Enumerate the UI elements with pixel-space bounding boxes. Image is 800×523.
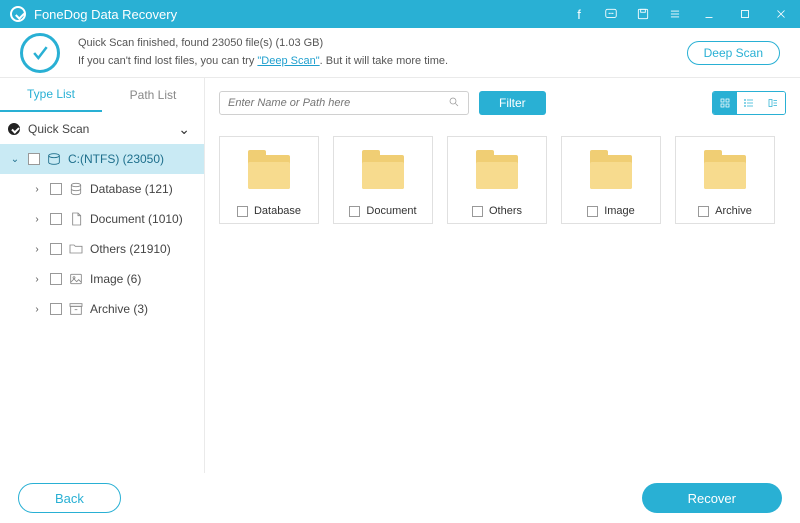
close-icon[interactable] bbox=[768, 3, 794, 25]
folder-item-image[interactable]: Image bbox=[561, 136, 661, 224]
chevron-right-icon[interactable]: › bbox=[30, 214, 44, 225]
folder-item-database[interactable]: Database bbox=[219, 136, 319, 224]
folder-item-document[interactable]: Document bbox=[333, 136, 433, 224]
chevron-right-icon[interactable]: › bbox=[30, 184, 44, 195]
checkbox[interactable] bbox=[237, 206, 248, 217]
folder-icon bbox=[362, 155, 404, 189]
view-detail-button[interactable] bbox=[761, 92, 785, 114]
success-check-icon bbox=[20, 33, 60, 73]
folder-item-archive[interactable]: Archive bbox=[675, 136, 775, 224]
checkbox[interactable] bbox=[349, 206, 360, 217]
deep-scan-link[interactable]: "Deep Scan" bbox=[257, 55, 319, 67]
folder-label: Database bbox=[254, 205, 301, 217]
disk-icon bbox=[46, 151, 62, 167]
document-icon bbox=[68, 211, 84, 227]
view-mode-buttons bbox=[712, 91, 786, 115]
checkbox[interactable] bbox=[587, 206, 598, 217]
folder-icon bbox=[704, 155, 746, 189]
tree-item-label: Archive (3) bbox=[90, 302, 148, 316]
search-box[interactable] bbox=[219, 91, 469, 115]
search-icon bbox=[448, 96, 460, 111]
tree-item-archive[interactable]: › Archive (3) bbox=[0, 294, 204, 324]
tree-item-label: Document (1010) bbox=[90, 212, 183, 226]
database-icon bbox=[68, 181, 84, 197]
titlebar-controls: f bbox=[568, 3, 794, 25]
view-grid-button[interactable] bbox=[713, 92, 737, 114]
maximize-icon[interactable] bbox=[732, 3, 758, 25]
checkbox[interactable] bbox=[50, 273, 62, 285]
chevron-right-icon[interactable]: › bbox=[30, 304, 44, 315]
folder-icon bbox=[476, 155, 518, 189]
status-line2: If you can't find lost files, you can tr… bbox=[78, 53, 687, 71]
tree-root[interactable]: Quick Scan ⌄ bbox=[0, 114, 204, 144]
tree-item-others[interactable]: › Others (21910) bbox=[0, 234, 204, 264]
recover-button[interactable]: Recover bbox=[642, 483, 782, 513]
tree-item-label: Database (121) bbox=[90, 182, 173, 196]
deep-scan-button[interactable]: Deep Scan bbox=[687, 41, 780, 65]
feedback-icon[interactable] bbox=[600, 3, 622, 25]
folder-label: Archive bbox=[715, 205, 752, 217]
checkbox[interactable] bbox=[472, 206, 483, 217]
chevron-down-icon[interactable]: ⌄ bbox=[8, 154, 22, 165]
menu-icon[interactable] bbox=[664, 3, 686, 25]
image-icon bbox=[68, 271, 84, 287]
check-dot-icon bbox=[8, 123, 20, 135]
tree: Quick Scan ⌄ ⌄ C:(NTFS) (23050) › Databa… bbox=[0, 112, 204, 324]
tree-root-label: Quick Scan bbox=[28, 122, 89, 136]
chevron-right-icon[interactable]: › bbox=[30, 274, 44, 285]
status-panel: Quick Scan finished, found 23050 file(s)… bbox=[0, 28, 800, 78]
back-button[interactable]: Back bbox=[18, 483, 121, 513]
archive-icon bbox=[68, 301, 84, 317]
chevron-down-icon[interactable]: ⌄ bbox=[178, 121, 190, 138]
folder-label: Document bbox=[366, 205, 416, 217]
checkbox[interactable] bbox=[28, 153, 40, 165]
tab-path-list[interactable]: Path List bbox=[102, 78, 204, 112]
folder-icon bbox=[590, 155, 632, 189]
chevron-right-icon[interactable]: › bbox=[30, 244, 44, 255]
tree-item-database[interactable]: › Database (121) bbox=[0, 174, 204, 204]
tree-item-image[interactable]: › Image (6) bbox=[0, 264, 204, 294]
checkbox[interactable] bbox=[698, 206, 709, 217]
titlebar: FoneDog Data Recovery f bbox=[0, 0, 800, 28]
folder-item-others[interactable]: Others bbox=[447, 136, 547, 224]
toolbar: Filter bbox=[219, 88, 786, 118]
tree-item-label: Image (6) bbox=[90, 272, 141, 286]
view-list-button[interactable] bbox=[737, 92, 761, 114]
minimize-icon[interactable] bbox=[696, 3, 722, 25]
tab-type-list[interactable]: Type List bbox=[0, 78, 102, 112]
tree-drive[interactable]: ⌄ C:(NTFS) (23050) bbox=[0, 144, 204, 174]
search-input[interactable] bbox=[228, 97, 448, 109]
folder-icon bbox=[68, 241, 84, 257]
body: Type List Path List Quick Scan ⌄ ⌄ C:(NT… bbox=[0, 78, 800, 473]
tree-item-document[interactable]: › Document (1010) bbox=[0, 204, 204, 234]
status-line1: Quick Scan finished, found 23050 file(s)… bbox=[78, 35, 687, 53]
sidebar-tabs: Type List Path List bbox=[0, 78, 204, 112]
checkbox[interactable] bbox=[50, 243, 62, 255]
footer: Back Recover bbox=[0, 473, 800, 523]
folder-grid: Database Document Others Image Archive bbox=[219, 118, 786, 224]
app-title: FoneDog Data Recovery bbox=[34, 7, 568, 22]
app-logo-icon bbox=[10, 6, 26, 22]
checkbox[interactable] bbox=[50, 213, 62, 225]
tree-drive-label: C:(NTFS) (23050) bbox=[68, 152, 164, 166]
status-text: Quick Scan finished, found 23050 file(s)… bbox=[78, 35, 687, 70]
checkbox[interactable] bbox=[50, 303, 62, 315]
main-panel: Filter Database Document Others bbox=[205, 78, 800, 473]
filter-button[interactable]: Filter bbox=[479, 91, 546, 115]
sidebar: Type List Path List Quick Scan ⌄ ⌄ C:(NT… bbox=[0, 78, 205, 473]
folder-label: Others bbox=[489, 205, 522, 217]
folder-label: Image bbox=[604, 205, 635, 217]
tree-item-label: Others (21910) bbox=[90, 242, 171, 256]
folder-icon bbox=[248, 155, 290, 189]
facebook-icon[interactable]: f bbox=[568, 3, 590, 25]
save-icon[interactable] bbox=[632, 3, 654, 25]
checkbox[interactable] bbox=[50, 183, 62, 195]
